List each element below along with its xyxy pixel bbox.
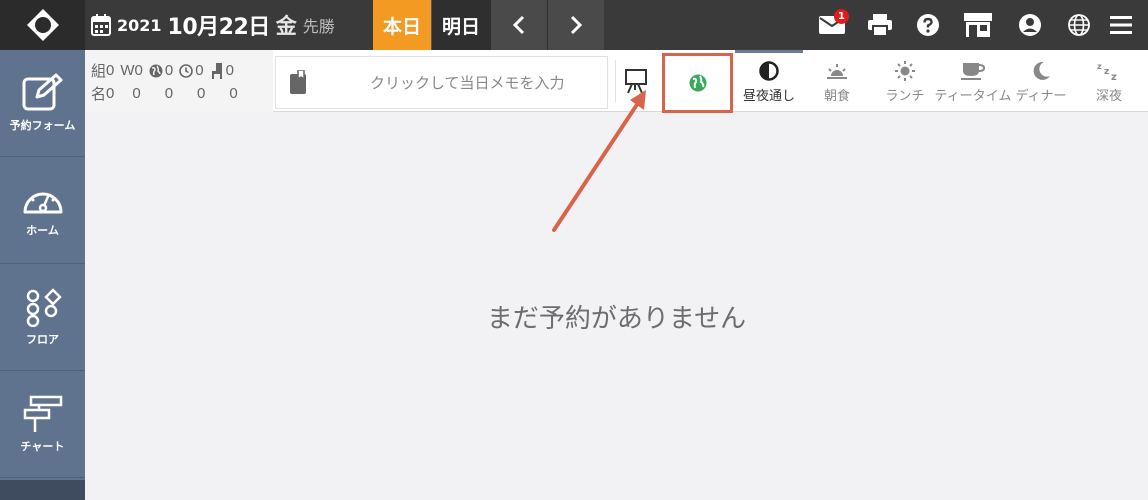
date-year: 2021	[117, 15, 162, 35]
chevron-right-icon	[570, 15, 583, 35]
count-waiting: W0	[120, 62, 143, 79]
globe-icon	[689, 74, 706, 92]
sidebar-item-label: フロア	[26, 333, 59, 346]
language-button[interactable]	[1059, 0, 1099, 50]
svg-text:z: z	[1111, 72, 1117, 81]
date-month-day: 10月22日	[167, 15, 271, 40]
sidebar-item-home[interactable]: ホーム	[0, 157, 85, 264]
prev-day-button[interactable]	[490, 0, 547, 50]
date-rokuyo: 先勝	[302, 17, 335, 36]
tab-late-night[interactable]: zzz 深夜	[1075, 50, 1143, 112]
tab-label: ディナー	[1015, 89, 1067, 104]
count-value: 0	[225, 62, 234, 79]
count-value: 0	[164, 62, 174, 79]
count-row-people: 名0 0 0 0 0	[91, 83, 244, 104]
tab-tea-time[interactable]: ティータイム	[935, 50, 1011, 112]
sidebar: 予約フォーム ホーム フロア チャート	[0, 50, 85, 500]
reservation-counts: 組0 W0 0 0 0 名0 0 0 0 0	[85, 50, 273, 112]
sidebar-item-label: チャート	[20, 440, 65, 453]
app-logo[interactable]	[0, 0, 85, 50]
memo-icon	[290, 69, 306, 94]
globe-icon	[1068, 14, 1090, 36]
tab-label: ティータイム	[934, 89, 1012, 104]
globe-icon	[149, 64, 163, 77]
count-value: 0	[197, 85, 206, 102]
tab-dinner[interactable]: ディナー	[1007, 50, 1075, 112]
count-waiting-label: W	[120, 62, 135, 79]
tab-breakfast[interactable]: 朝食	[803, 50, 871, 112]
svg-text:z: z	[1097, 62, 1102, 71]
count-people: 名0	[91, 83, 114, 104]
tab-label: 昼夜通し	[742, 89, 795, 104]
web-reservation-button[interactable]	[662, 53, 733, 113]
sidebar-item-floor[interactable]: フロア	[0, 264, 85, 371]
next-day-button[interactable]	[547, 0, 604, 50]
count-value: 0	[132, 85, 141, 102]
count-chair: 0	[210, 62, 234, 79]
calendar-icon	[91, 14, 111, 36]
chart-icon	[23, 395, 62, 432]
menu-button[interactable]	[1101, 0, 1141, 50]
logo-icon	[26, 9, 59, 41]
today-button[interactable]: 本日	[373, 0, 431, 50]
cup-icon	[961, 60, 985, 82]
tab-all-day[interactable]: 昼夜通し	[735, 50, 803, 112]
tab-label: 深夜	[1095, 89, 1122, 104]
sun-icon	[895, 60, 915, 82]
count-time: 0	[179, 62, 204, 79]
tab-label: 朝食	[823, 89, 850, 104]
tab-lunch[interactable]: ランチ	[871, 50, 939, 112]
zzz-icon: zzz	[1097, 60, 1121, 82]
count-web: 0	[149, 62, 173, 79]
date-display[interactable]: 2021 10月22日 金 先勝	[85, 0, 373, 50]
mail-badge: 1	[834, 9, 849, 24]
count-value: 0	[164, 85, 174, 102]
date-weekday: 金	[275, 14, 297, 38]
count-value: 0	[229, 85, 238, 102]
help-icon	[917, 14, 939, 36]
gauge-icon	[23, 192, 62, 214]
count-value: 0	[106, 85, 115, 102]
user-icon	[1019, 14, 1041, 36]
store-button[interactable]	[958, 0, 998, 50]
sidebar-footer	[0, 480, 85, 500]
moon-icon	[1031, 60, 1051, 82]
half-circle-icon	[759, 60, 779, 82]
count-value: 0	[134, 62, 143, 79]
shapes-icon	[26, 288, 62, 327]
empty-state-message: まだ予約がありません	[486, 303, 747, 333]
count-chair-people: 0	[229, 85, 237, 102]
annotation-arrow-icon	[552, 90, 646, 232]
sidebar-item-reservation-form[interactable]: 予約フォーム	[0, 50, 85, 157]
count-value: 0	[106, 62, 115, 79]
count-value: 0	[195, 62, 204, 79]
tomorrow-button[interactable]: 明日	[431, 0, 490, 50]
printer-icon	[868, 14, 892, 36]
sidebar-item-label: 予約フォーム	[9, 119, 76, 132]
account-button[interactable]	[1010, 0, 1050, 50]
count-people-label: 名	[91, 86, 107, 103]
print-button[interactable]	[860, 0, 900, 50]
tab-label: ランチ	[885, 89, 925, 104]
count-groups: 組0	[91, 60, 114, 81]
chevron-left-icon	[512, 15, 525, 35]
edit-icon	[22, 73, 62, 111]
count-time-people: 0	[197, 85, 205, 102]
count-row-groups: 組0 W0 0 0 0	[91, 60, 240, 81]
hamburger-icon	[1110, 16, 1132, 34]
count-groups-label: 組	[91, 63, 107, 80]
clock-icon	[179, 63, 194, 78]
count-waiting-people: 0	[132, 85, 140, 102]
sidebar-item-chart[interactable]: チャート	[0, 371, 85, 478]
mail-button[interactable]: 1	[812, 0, 852, 50]
top-bar: 2021 10月22日 金 先勝 本日 明日 1	[0, 0, 1148, 50]
svg-text:z: z	[1104, 67, 1109, 77]
sunrise-icon	[826, 60, 848, 82]
help-button[interactable]	[908, 0, 948, 50]
sidebar-item-label: ホーム	[26, 224, 59, 237]
count-web-people: 0	[165, 85, 173, 102]
store-icon	[964, 13, 992, 37]
daily-memo-placeholder: クリックして当日メモを入力	[370, 74, 565, 92]
chair-icon	[211, 62, 222, 79]
